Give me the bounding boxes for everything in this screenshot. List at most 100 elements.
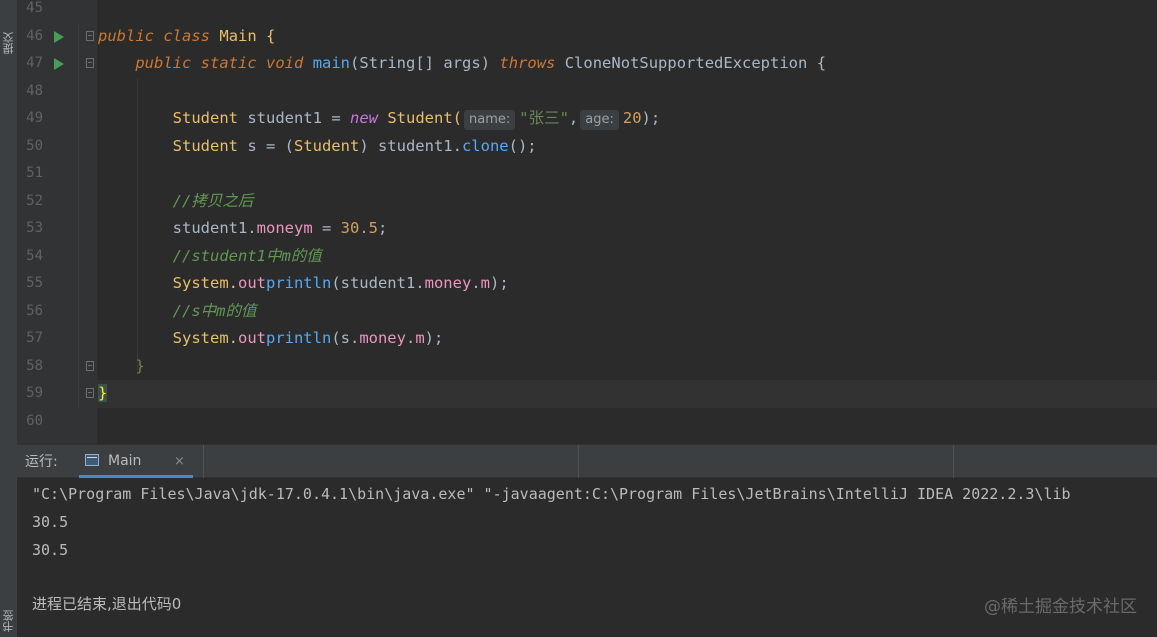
line-number[interactable]: 60 (17, 408, 43, 436)
field: money (424, 274, 472, 292)
line-number[interactable]: 45 (17, 0, 43, 23)
gutter-line: 51 (17, 160, 97, 188)
close-icon[interactable]: × (174, 445, 185, 478)
code-text: (s. (331, 329, 360, 347)
param-hint-name: name: (463, 110, 516, 130)
field: money (256, 219, 304, 237)
keyword: void (266, 54, 304, 72)
field: m (480, 274, 490, 292)
brace: } (98, 384, 108, 402)
run-gutter-icon[interactable] (54, 30, 64, 43)
line-number[interactable]: 56 (17, 298, 43, 326)
line-number[interactable]: 52 (17, 188, 43, 216)
gutter-line: 46 (17, 23, 97, 51)
type: String[] (359, 54, 435, 72)
console-line: "C:\Program Files\Java\jdk-17.0.4.1\bin\… (32, 485, 1071, 503)
keyword: public (98, 27, 154, 45)
console-line: 进程已结束,退出代码0 (32, 595, 182, 613)
header-divider (578, 445, 579, 478)
cast-type: Student (293, 137, 360, 155)
code-line-58[interactable]: } (98, 353, 145, 381)
line-number[interactable]: 53 (17, 215, 43, 243)
operator: = (312, 219, 341, 237)
comma: , (568, 109, 579, 127)
class-name: Main (219, 27, 257, 45)
code-line-55[interactable]: System.outprintln(student1.money.m); (98, 270, 509, 298)
brace: { (816, 54, 827, 72)
code-text: (student1. (331, 274, 425, 292)
method-name: clone (461, 137, 509, 155)
run-gutter-icon[interactable] (54, 58, 64, 70)
param: args (443, 54, 481, 72)
watermark: @稀土掘金技术社区 (984, 597, 1137, 617)
fold-icon[interactable] (86, 30, 94, 41)
paren: ) (480, 54, 491, 72)
statement-end: ); (641, 109, 661, 127)
constructor: Student( (387, 109, 462, 127)
header-divider (203, 445, 204, 478)
code-line-54[interactable]: //student1中m的值 (98, 243, 322, 271)
header-divider (953, 445, 954, 478)
code-line-49[interactable]: Student student1 = new Student(name: "张三"… (98, 105, 660, 133)
run-title: 运行: (25, 454, 58, 470)
run-tab-label: Main (108, 453, 142, 469)
param-hint-age: age: (580, 110, 619, 130)
code-line-56[interactable]: //s中m的值 (98, 298, 257, 326)
line-number[interactable]: 58 (17, 353, 43, 381)
fold-icon[interactable] (86, 388, 94, 398)
code-line-52[interactable]: //拷贝之后 (98, 188, 254, 216)
gutter-line: 58 (17, 353, 97, 381)
code-editor[interactable]: 45 46 47 48 49 50 51 52 53 54 55 56 57 58 59 60 public … (17, 0, 1157, 444)
bookmarks-tool-tab[interactable]: 书签 (1, 606, 16, 637)
brace: } (135, 357, 145, 375)
method-name: main (312, 54, 351, 72)
operator: = (321, 109, 350, 127)
dot: . (405, 329, 416, 347)
keyword: public (135, 54, 192, 72)
line-number[interactable]: 54 (17, 243, 43, 271)
keyword: throws (499, 54, 556, 72)
variable: student1 (247, 109, 322, 127)
run-tab-main[interactable]: Main × (79, 445, 193, 478)
fold-icon[interactable] (86, 360, 94, 371)
gutter-line: 52 (17, 188, 97, 216)
current-line-highlight (97, 380, 1157, 408)
gutter-line: 45 (17, 0, 97, 23)
line-number[interactable]: 55 (17, 270, 43, 298)
class-ref: System. (172, 329, 238, 347)
code-line-47[interactable]: public static void main(String[] args) t… (98, 50, 826, 78)
code-line-53[interactable]: student1.moneym = 30.5; (98, 215, 388, 243)
gutter-line: 48 (17, 78, 97, 106)
exception-type: CloneNotSupportedException (564, 54, 808, 72)
gutter-line: 49 (17, 105, 97, 133)
statement-end: ); (490, 274, 509, 292)
line-number[interactable]: 57 (17, 325, 43, 353)
console-icon (85, 454, 99, 466)
paren: ( (350, 54, 360, 72)
gutter-line: 59 (17, 380, 97, 408)
gutter-line: 55 (17, 270, 97, 298)
statement-end: (); (508, 137, 537, 155)
method-name: println (265, 329, 332, 347)
fold-icon[interactable] (86, 58, 94, 68)
gutter-line: 54 (17, 243, 97, 271)
line-number[interactable]: 51 (17, 160, 43, 188)
type: Student (172, 137, 238, 155)
comment: //拷贝之后 (172, 192, 254, 210)
line-number[interactable]: 49 (17, 105, 43, 133)
line-number[interactable]: 59 (17, 380, 43, 408)
code-line-57[interactable]: System.outprintln(s.money.m); (98, 325, 444, 353)
brace: { (266, 27, 276, 45)
code-line-46[interactable]: public class Main { (98, 23, 275, 51)
keyword: static (200, 54, 257, 72)
code-line-59[interactable]: } (98, 380, 108, 408)
code-line-50[interactable]: Student s = (Student) student1.clone(); (98, 133, 537, 161)
line-number[interactable]: 46 (17, 23, 43, 51)
code-text: student1. (172, 219, 257, 237)
line-number[interactable]: 47 (17, 50, 43, 78)
console-line: 30.5 (32, 541, 69, 559)
line-number[interactable]: 50 (17, 133, 43, 161)
field: m (303, 219, 313, 237)
commit-tool-tab[interactable]: 提交 (1, 22, 16, 64)
line-number[interactable]: 48 (17, 78, 43, 106)
